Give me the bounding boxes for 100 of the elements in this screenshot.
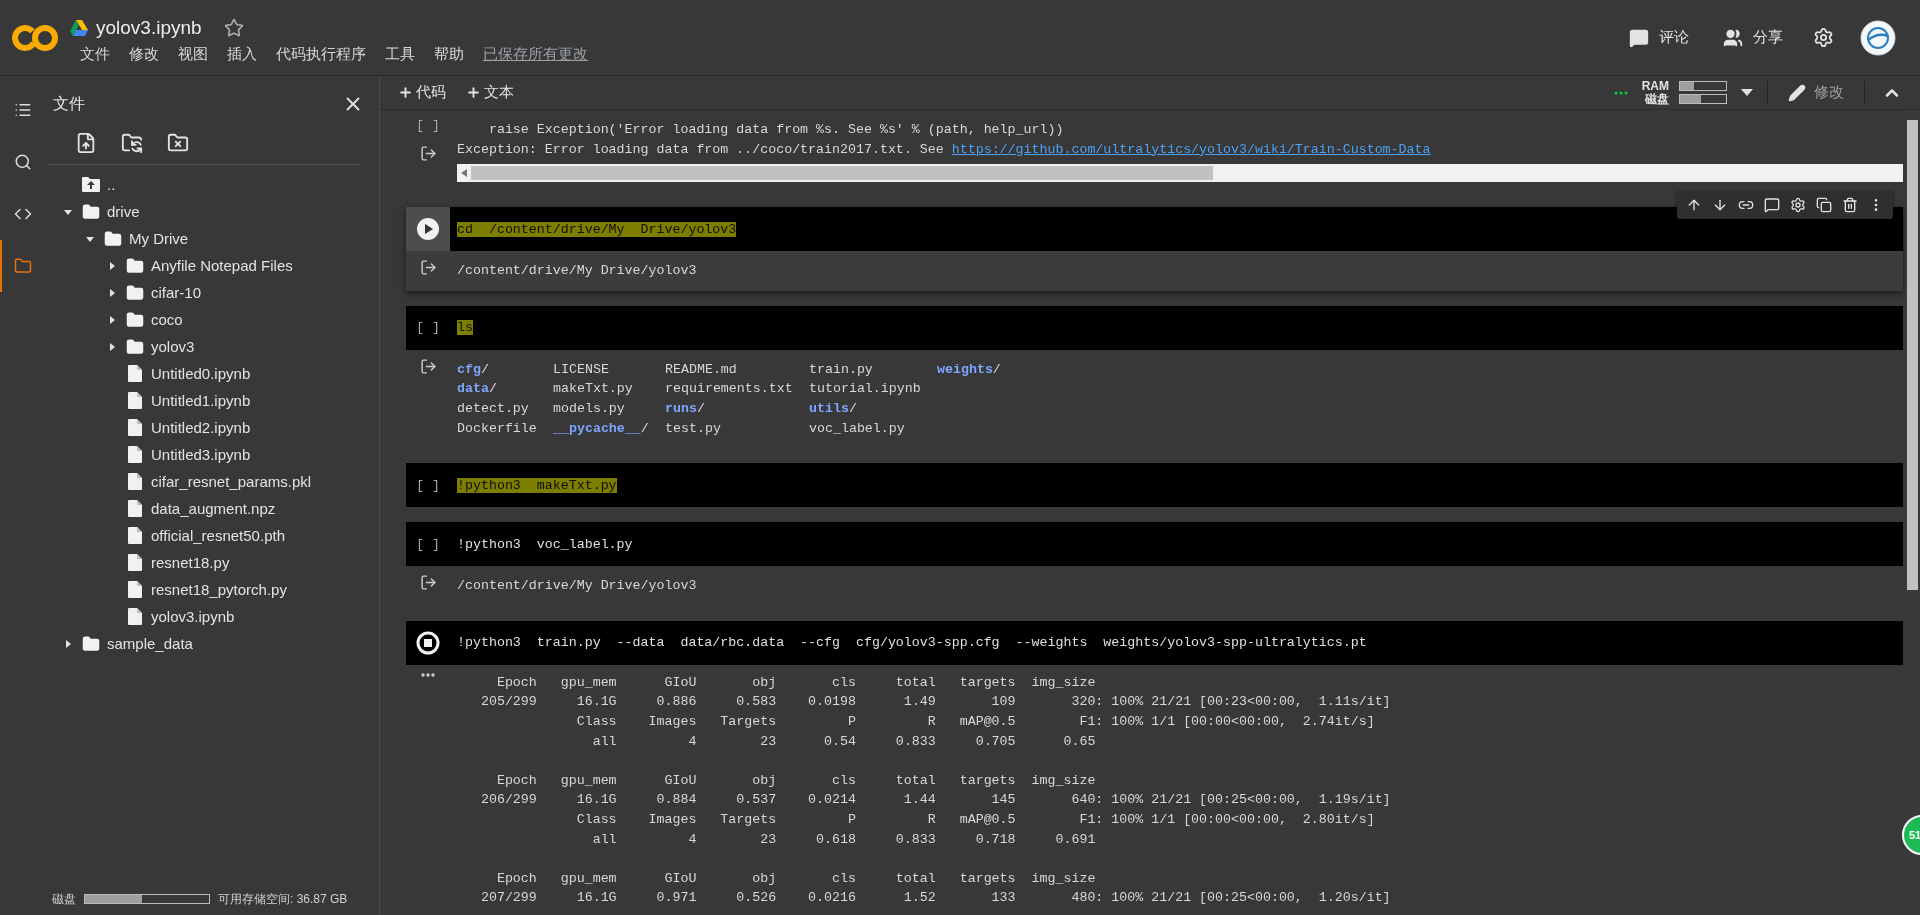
add-cell-button[interactable]: 代码 <box>394 81 450 104</box>
menu-item[interactable]: 工具 <box>385 45 415 64</box>
folder-icon <box>104 229 122 248</box>
output-icon[interactable] <box>419 574 437 592</box>
file-entry: cfg/ <box>457 360 490 379</box>
comment-icon <box>1764 197 1780 214</box>
folder-refresh-icon[interactable] <box>121 132 143 154</box>
menu-item[interactable]: 插入 <box>227 45 257 64</box>
file-entry: train.py <box>809 360 874 379</box>
caret-icon[interactable] <box>107 260 117 271</box>
tree-item[interactable]: cifar-10 <box>151 284 202 301</box>
log-line: 205/299 16.1G 0.886 0.583 0.0198 1.49 109 320: 100% 21/21 [00:23<00:00, 1.11s/it] <box>479 693 1392 712</box>
colab-logo[interactable] <box>11 22 59 53</box>
list-icon <box>13 101 32 119</box>
avatar[interactable] <box>1860 19 1896 56</box>
tree-item[interactable]: yolov3 <box>151 338 195 355</box>
caret-icon[interactable] <box>107 287 117 298</box>
file-icon <box>128 554 142 571</box>
add-cell-button[interactable]: 文本 <box>462 81 518 104</box>
cell-prompt: [ ] <box>416 320 440 336</box>
caret-icon[interactable] <box>107 314 117 325</box>
file-icon <box>128 392 142 409</box>
menu-item[interactable]: 文件 <box>80 45 110 64</box>
file-entry: LICENSE <box>553 360 610 379</box>
file-entry: tutorial.ipynb <box>809 380 922 399</box>
log-line: Epoch gpu_mem GIoU obj cls total targets img_size <box>495 869 1097 888</box>
caret-icon[interactable] <box>107 341 117 352</box>
stop-button[interactable] <box>416 630 440 655</box>
resource-label: RAM <box>1641 80 1669 92</box>
people-icon <box>1723 27 1743 48</box>
folder-icon <box>126 256 144 275</box>
code-line[interactable]: !python3 voc_label.py <box>457 536 633 552</box>
folder-up-icon <box>82 177 100 192</box>
menu-item[interactable]: 视图 <box>178 45 208 64</box>
file-icon <box>128 419 142 436</box>
log-line: Epoch gpu_mem GIoU obj cls total targets img_size <box>495 673 1097 692</box>
file-entry: weights/ <box>937 360 1002 379</box>
file-entry: data/ <box>457 380 498 399</box>
save-status-link[interactable]: 已保存所有更改 <box>483 45 588 64</box>
output-icon[interactable] <box>419 259 437 277</box>
cell-prompt: [ ] <box>416 536 440 552</box>
file-entry: detect.py <box>457 399 530 418</box>
tree-item[interactable]: drive <box>107 203 140 220</box>
arrow-left-icon[interactable] <box>461 169 467 178</box>
folder-icon <box>126 310 144 329</box>
tree-item[interactable]: resnet18_pytorch.py <box>151 581 287 598</box>
tree-item[interactable]: sample_data <box>107 635 193 652</box>
tree-item[interactable]: Untitled2.ipynb <box>151 419 251 436</box>
run-button[interactable] <box>417 218 439 241</box>
drive-icon <box>70 20 88 36</box>
storage-text: 可用存储空间: 36.87 GB <box>218 890 348 908</box>
folder-icon <box>126 283 144 302</box>
file-entry: models.py <box>553 399 626 418</box>
folder-x-icon[interactable] <box>167 132 189 154</box>
menu-item[interactable]: 修改 <box>129 45 159 64</box>
star-icon[interactable] <box>223 18 244 38</box>
tree-item[interactable]: coco <box>151 311 183 328</box>
tree-item[interactable]: Anyfile Notepad Files <box>151 257 293 274</box>
file-entry: makeTxt.py <box>553 380 634 399</box>
output-icon[interactable] <box>419 145 437 162</box>
comment-icon <box>1629 27 1649 48</box>
file-entry: utils/ <box>809 399 858 418</box>
comment-button[interactable]: 评论 <box>1625 23 1693 52</box>
file-icon <box>128 473 142 490</box>
share-button[interactable]: 分享 <box>1719 23 1787 52</box>
settings-icon[interactable] <box>1813 27 1834 48</box>
tree-item[interactable]: Untitled1.ipynb <box>151 392 251 409</box>
dropdown-caret-icon[interactable] <box>1741 88 1753 97</box>
tree-item[interactable]: data_augment.npz <box>151 500 276 517</box>
file-icon <box>128 608 142 625</box>
tree-item[interactable]: cifar_resnet_params.pkl <box>151 473 312 490</box>
file-upload-icon[interactable] <box>75 132 97 154</box>
file-entry: requirements.txt <box>665 380 794 399</box>
tree-item[interactable]: official_resnet50.pth <box>151 527 285 544</box>
tree-item[interactable]: resnet18.py <box>151 554 230 571</box>
horizontal-scrollbar[interactable] <box>457 164 1903 183</box>
plus-icon <box>466 85 481 100</box>
tree-item[interactable]: Untitled0.ipynb <box>151 365 251 382</box>
notebook-title[interactable]: yolov3.ipynb <box>96 17 202 39</box>
link[interactable]: https://github.com/ultralytics/yolov3/wiki/Train-Custom-Data <box>951 141 1431 157</box>
trash-icon <box>1842 197 1858 214</box>
log-line: Class Images Targets P R mAP@0.5 F1: 100% 1/1 [00:00<00:00, 2.74it/s] <box>575 712 1376 731</box>
menu-item[interactable]: 帮助 <box>434 45 464 64</box>
menu-item[interactable]: 代码执行程序 <box>276 45 366 64</box>
tree-item[interactable]: yolov3.ipynb <box>151 608 235 625</box>
resource-label: 磁盘 <box>1643 93 1669 105</box>
file-icon <box>128 527 142 544</box>
output-icon[interactable] <box>419 357 437 375</box>
tree-item[interactable]: Untitled3.ipynb <box>151 446 251 463</box>
edit-button[interactable]: 修改 <box>1782 82 1850 103</box>
log-line: all 4 23 0.618 0.833 0.718 0.691 <box>591 830 1097 849</box>
search-icon <box>13 153 32 171</box>
tree-item[interactable]: .. <box>107 176 116 193</box>
cell-prompt: [ ] <box>416 118 440 133</box>
folder-icon <box>82 634 100 653</box>
file-entry: __pycache__/ <box>553 419 650 438</box>
caret-icon[interactable] <box>63 638 73 649</box>
copy-icon <box>1816 197 1832 214</box>
tree-item[interactable]: My Drive <box>129 230 189 247</box>
more-icon <box>421 672 435 677</box>
